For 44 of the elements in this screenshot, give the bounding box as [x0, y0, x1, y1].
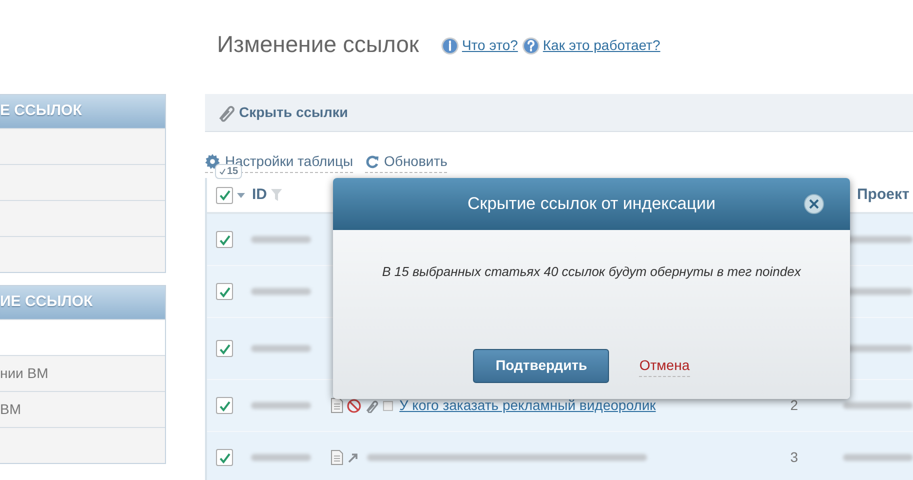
close-icon: [809, 199, 819, 209]
count-text: 3: [790, 448, 798, 464]
filter-icon: [271, 189, 282, 201]
hide-links-button[interactable]: Скрыть ссылки: [217, 102, 348, 123]
help-link[interactable]: Как это работает?: [542, 35, 660, 56]
help-icon: [522, 36, 540, 54]
checkbox[interactable]: [216, 449, 233, 466]
info-icon: [440, 36, 459, 54]
table-action-link[interactable]: Обновить: [365, 151, 448, 173]
close-button[interactable]: [804, 194, 824, 214]
document-icon: [331, 450, 344, 465]
caret-icon: [237, 192, 245, 198]
help-link[interactable]: Что это?: [462, 35, 518, 56]
checkbox[interactable]: [216, 340, 233, 357]
redacted-text: [251, 288, 312, 295]
redacted-text: [843, 402, 913, 409]
redacted-text: [251, 402, 312, 409]
refresh-icon: [365, 154, 380, 168]
checkbox[interactable]: [216, 186, 233, 204]
redacted-text: [251, 454, 312, 461]
cancel-link[interactable]: Отмена: [639, 354, 690, 376]
checkbox[interactable]: [216, 283, 233, 300]
document-icon: [331, 398, 344, 413]
panel-header: ИЕ ССЫЛОК: [0, 286, 165, 319]
column-header[interactable]: Проект: [857, 184, 910, 206]
dialog-title: Скрытие ссылок от индексации: [468, 193, 716, 216]
column-header[interactable]: ID: [252, 184, 267, 206]
page-title: Изменение ссылок: [217, 33, 419, 58]
article-link[interactable]: У кого заказать рекламный видеоролик: [399, 395, 656, 416]
confirm-button[interactable]: Подтвердить: [473, 348, 610, 382]
checkbox[interactable]: [216, 397, 233, 414]
dialog-message: В 15 выбранных статьях 40 ссылок будут обернуты в тег noindex: [381, 263, 802, 281]
redacted-text: [843, 454, 913, 461]
count-text: 2: [790, 396, 798, 412]
paperclip-icon: [217, 104, 235, 122]
blocked-icon: [347, 398, 362, 412]
redacted-text: [251, 236, 312, 243]
checkbox-icon: [383, 400, 394, 410]
redacted-text: [251, 345, 312, 352]
arrow-icon: [347, 452, 360, 464]
panel-header: Е ССЫЛОК: [0, 95, 165, 128]
check-icon: [219, 168, 226, 175]
checkbox[interactable]: [216, 231, 233, 248]
paperclip-icon: [365, 398, 380, 412]
